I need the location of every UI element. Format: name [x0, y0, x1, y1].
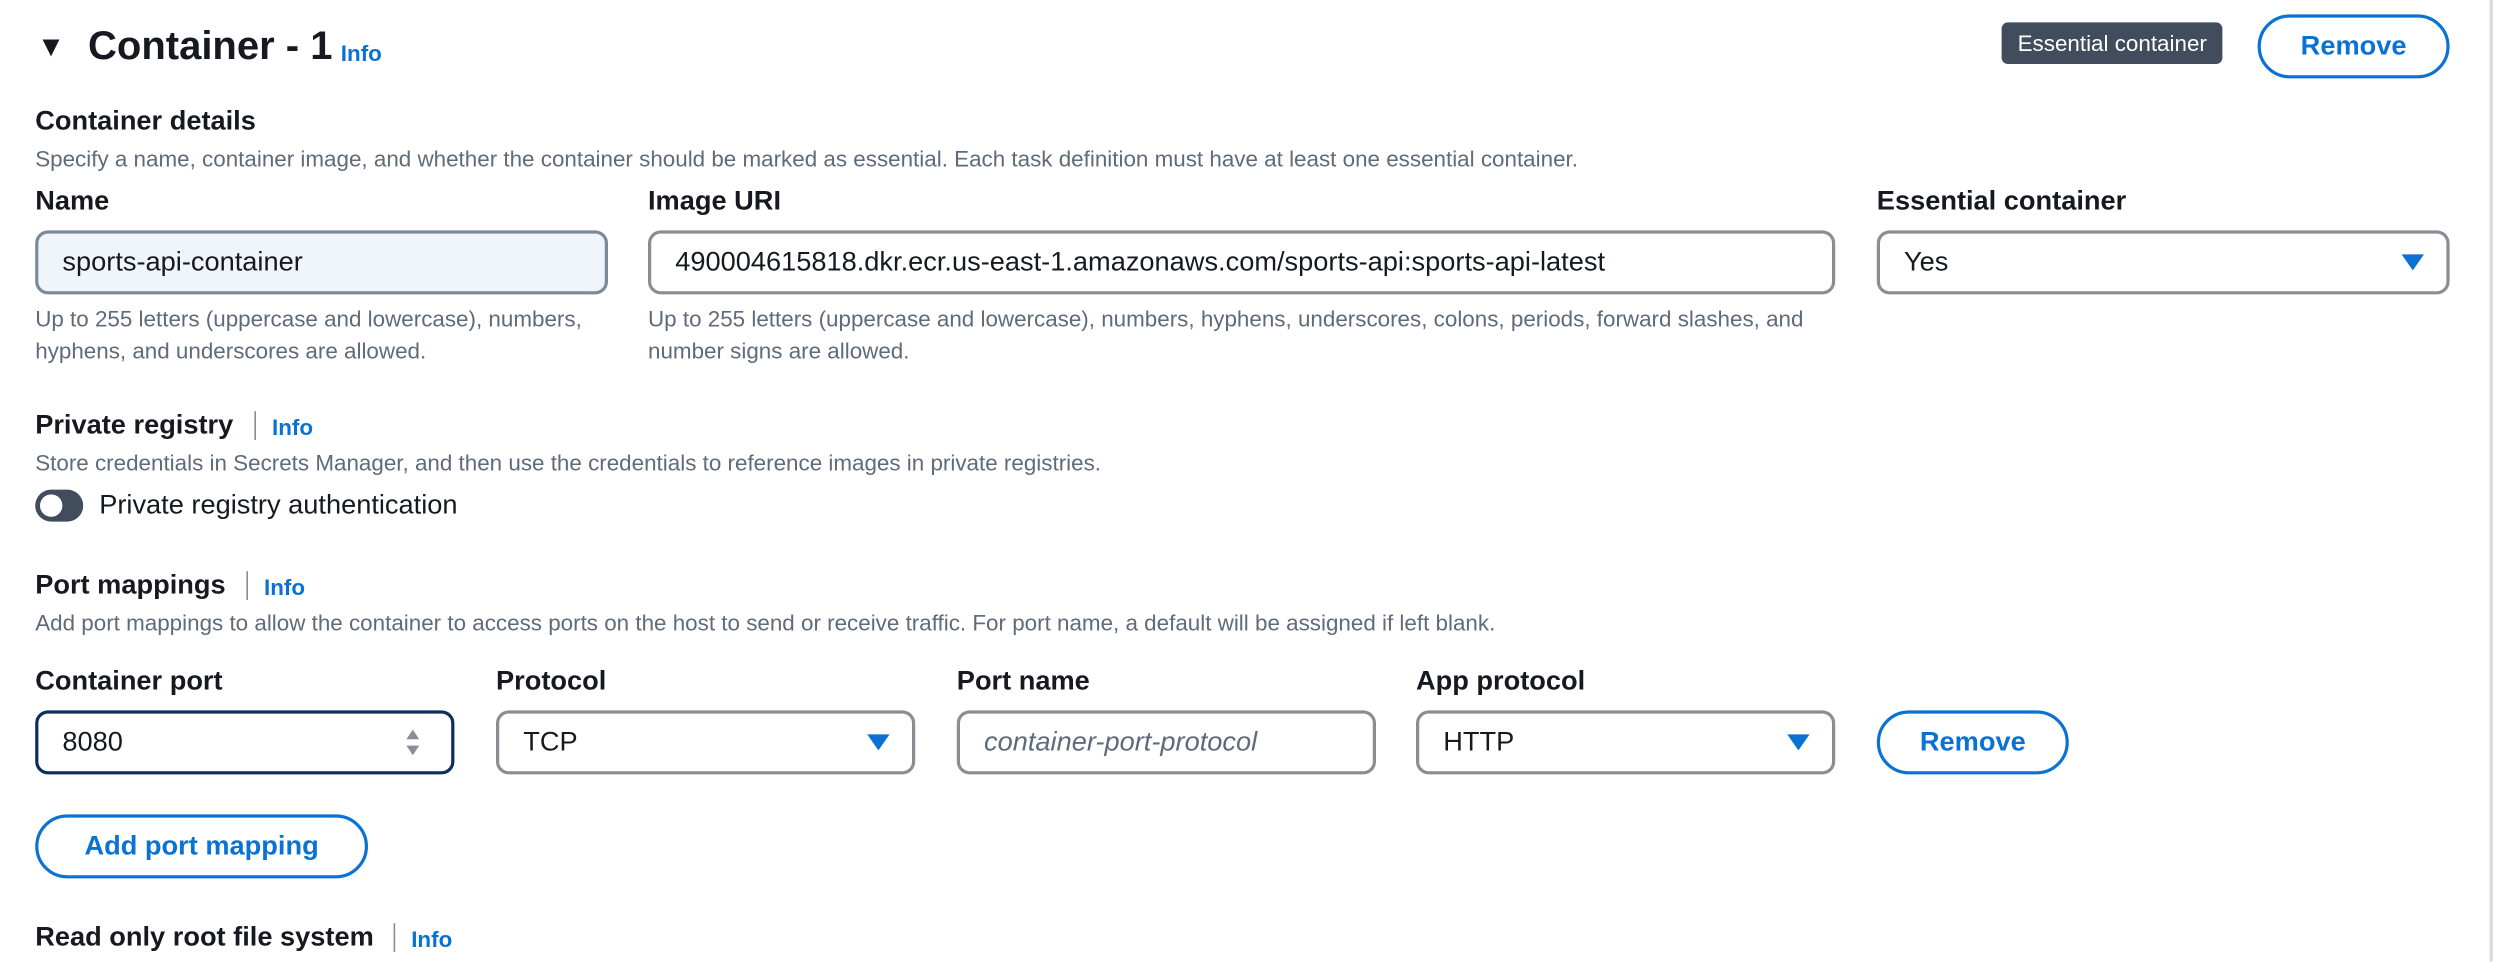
- private-registry-info-link[interactable]: Info: [272, 413, 313, 442]
- heading-separator: [246, 571, 248, 600]
- add-port-mapping-button[interactable]: Add port mapping: [35, 814, 368, 879]
- image-uri-value: 490004615818.dkr.ecr.us-east-1.amazonaws…: [675, 246, 1606, 277]
- private-registry-toggle[interactable]: [35, 489, 84, 522]
- port-name-input[interactable]: container-port-protocol: [956, 710, 1376, 775]
- private-registry-heading: Private registry: [35, 409, 234, 440]
- read-only-root-info-link[interactable]: Info: [411, 925, 452, 954]
- toggle-knob: [40, 494, 63, 517]
- app-protocol-value: HTTP: [1443, 726, 1515, 757]
- container-panel: ▼ Container - 1 Info Essential container…: [0, 0, 2496, 962]
- container-title[interactable]: Container - 1: [88, 22, 332, 70]
- protocol-label: Protocol: [496, 665, 607, 696]
- port-mappings-description: Add port mappings to allow the container…: [35, 609, 1496, 636]
- name-label: Name: [35, 185, 110, 216]
- essential-container-value: Yes: [1904, 246, 1949, 277]
- remove-container-button[interactable]: Remove: [2257, 14, 2450, 79]
- essential-container-label: Essential container: [1876, 185, 2127, 216]
- container-details-heading: Container details: [35, 105, 256, 136]
- private-registry-description: Store credentials in Secrets Manager, an…: [35, 449, 1102, 476]
- name-hint: Up to 255 letters (uppercase and lowerca…: [35, 305, 582, 364]
- port-mappings-info-link[interactable]: Info: [264, 573, 305, 602]
- essential-container-select[interactable]: Yes: [1876, 230, 2450, 295]
- name-input[interactable]: sports-api-container: [35, 230, 608, 295]
- remove-port-mapping-button[interactable]: Remove: [1876, 710, 2069, 775]
- app-protocol-select[interactable]: HTTP: [1416, 710, 1836, 775]
- dropdown-caret-icon: [867, 734, 890, 751]
- image-uri-hint: Up to 255 letters (uppercase and lowerca…: [648, 305, 1804, 364]
- number-stepper-icon[interactable]: [406, 729, 422, 762]
- container-info-link[interactable]: Info: [341, 38, 382, 67]
- heading-separator: [393, 923, 396, 952]
- container-details-description: Specify a name, container image, and whe…: [35, 145, 1579, 172]
- panel-edge: [2489, 0, 2493, 962]
- dropdown-caret-icon: [1787, 734, 1810, 751]
- image-uri-label: Image URI: [648, 185, 782, 216]
- port-mappings-heading: Port mappings: [35, 569, 226, 600]
- essential-container-badge: Essential container: [2001, 22, 2223, 64]
- container-port-label: Container port: [35, 665, 223, 696]
- dropdown-caret-icon: [2401, 254, 2424, 271]
- private-registry-toggle-label[interactable]: Private registry authentication: [99, 490, 457, 522]
- port-name-placeholder: container-port-protocol: [984, 726, 1258, 757]
- protocol-select[interactable]: TCP: [496, 710, 916, 775]
- protocol-value: TCP: [523, 726, 578, 757]
- name-input-value: sports-api-container: [62, 246, 303, 277]
- image-uri-input[interactable]: 490004615818.dkr.ecr.us-east-1.amazonaws…: [648, 230, 1836, 295]
- heading-separator: [254, 411, 256, 440]
- container-port-value: 8080: [62, 726, 123, 757]
- app-protocol-label: App protocol: [1416, 665, 1586, 696]
- port-name-label: Port name: [956, 665, 1090, 696]
- caret-down-icon[interactable]: ▼: [37, 30, 66, 62]
- container-port-input[interactable]: 8080: [35, 710, 455, 775]
- read-only-root-heading: Read only root file system: [35, 921, 374, 952]
